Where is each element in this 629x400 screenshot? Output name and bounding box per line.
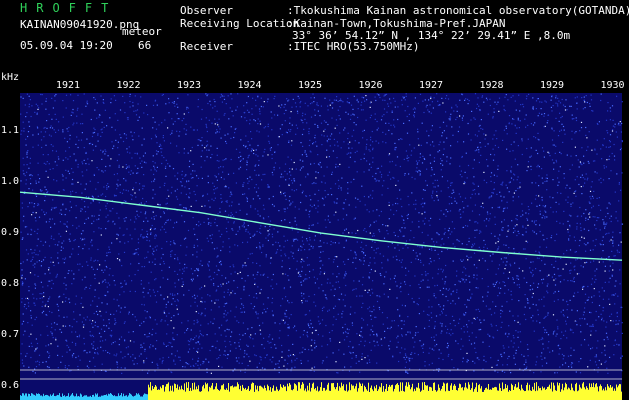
y-tick-label: 0.7 [1, 329, 20, 341]
x-tick-label: 1924 [237, 80, 262, 91]
y-tick-label: 0.9 [1, 227, 20, 239]
x-tick-label: 1926 [358, 80, 383, 91]
x-tick-label: 1930 [600, 80, 625, 91]
x-tick-label: 1923 [177, 80, 202, 91]
y-tick-label: 0.8 [1, 278, 20, 290]
x-tick-label: 1922 [116, 80, 141, 91]
y-tick-label: 1.0 [1, 176, 20, 187]
x-tick-label: 1927 [419, 80, 444, 91]
x-tick-label: 1921 [56, 80, 81, 91]
x-tick-label: 1929 [540, 80, 565, 91]
y-tick-label: 0.6 [1, 380, 20, 392]
x-tick-label: 1928 [479, 80, 504, 91]
spectrogram [19, 93, 624, 400]
y-axis-unit: kHz [1, 72, 20, 83]
y-tick-label: 1.1 [1, 124, 20, 136]
x-tick-label: 1925 [298, 80, 323, 91]
